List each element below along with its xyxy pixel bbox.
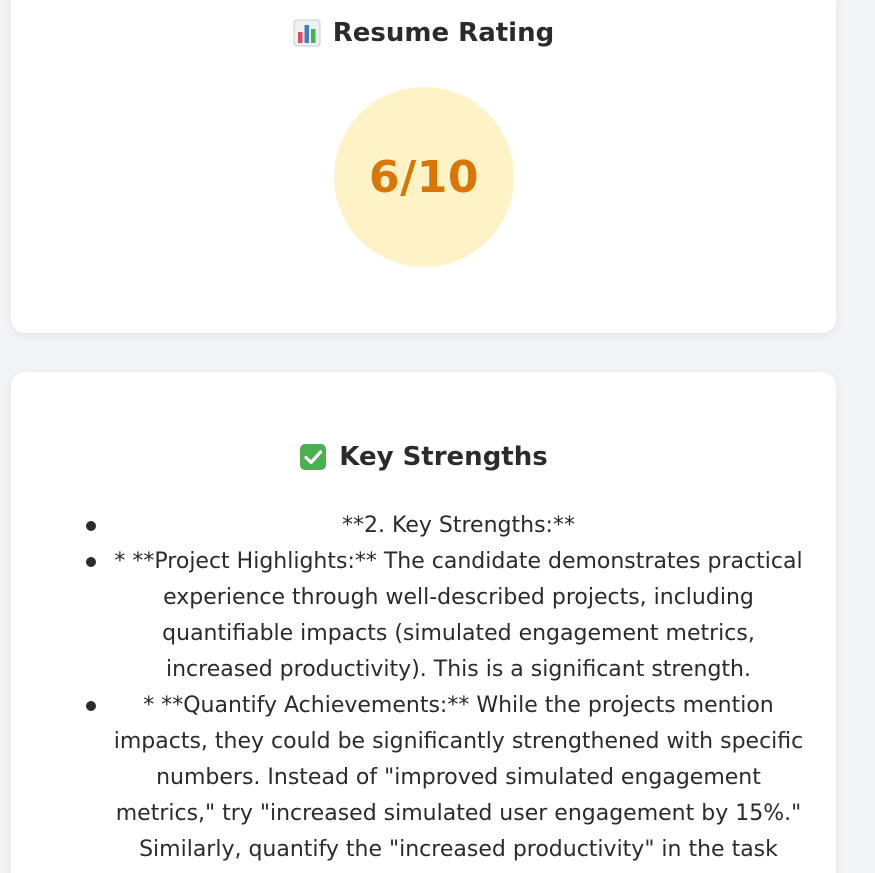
resume-rating-card: Resume Rating 6/10 xyxy=(11,0,836,333)
list-item: * **Quantify Achievements:** While the p… xyxy=(81,688,806,873)
rating-card-title: Resume Rating xyxy=(332,18,555,48)
strengths-card-title: Key Strengths xyxy=(339,442,548,472)
score-value: 6/10 xyxy=(369,151,479,203)
check-box-icon xyxy=(299,443,327,471)
bullet-icon xyxy=(86,521,96,531)
list-item-text: **2. Key Strengths:** xyxy=(342,513,575,538)
list-item: * **Project Highlights:** The candidate … xyxy=(81,544,806,688)
bullet-icon xyxy=(86,557,96,567)
strengths-list: **2. Key Strengths:** * **Project Highli… xyxy=(81,508,806,873)
list-item-text: * **Quantify Achievements:** While the p… xyxy=(113,693,804,862)
list-item: **2. Key Strengths:** xyxy=(81,508,806,544)
bar-chart-icon xyxy=(293,19,321,47)
page: Resume Rating 6/10 Key Strengths **2. Ke… xyxy=(0,0,875,873)
strengths-card-header: Key Strengths xyxy=(11,442,836,472)
list-item-text: * **Project Highlights:** The candidate … xyxy=(114,549,803,682)
key-strengths-card: Key Strengths **2. Key Strengths:** * **… xyxy=(11,372,836,873)
score-circle: 6/10 xyxy=(334,87,514,267)
bullet-icon xyxy=(86,701,96,711)
rating-card-header: Resume Rating xyxy=(11,18,836,48)
